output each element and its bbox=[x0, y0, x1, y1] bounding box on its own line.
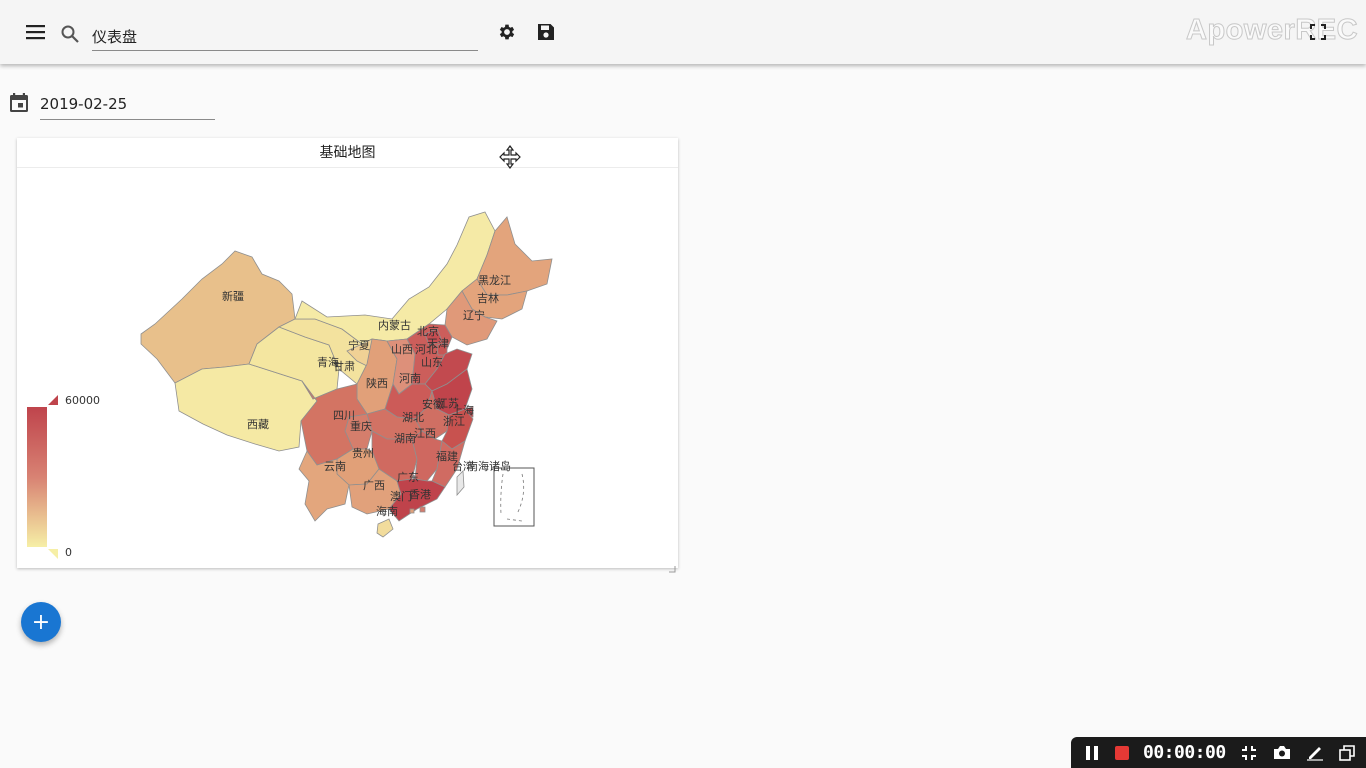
label-gansu: 甘肃 bbox=[333, 360, 355, 373]
menu-icon[interactable] bbox=[22, 18, 50, 46]
label-shandong: 山东 bbox=[421, 356, 443, 369]
label-heilongjiang: 黑龙江 bbox=[478, 274, 511, 287]
label-zhejiang: 浙江 bbox=[443, 415, 465, 428]
south-china-sea-inset bbox=[493, 467, 535, 527]
label-ningxia: 宁夏 bbox=[348, 338, 370, 352]
label-aomen: 澳门 bbox=[390, 489, 412, 503]
label-xianggang: 香港 bbox=[409, 488, 431, 501]
label-neimenggu: 内蒙古 bbox=[378, 318, 411, 332]
search-input[interactable] bbox=[92, 20, 478, 51]
move-handle-icon[interactable] bbox=[498, 145, 522, 169]
date-input[interactable] bbox=[40, 88, 215, 120]
label-chongqing: 重庆 bbox=[350, 419, 372, 433]
label-jiangxi: 江西 bbox=[414, 427, 436, 440]
label-hunan: 湖南 bbox=[394, 432, 416, 445]
label-guizhou: 贵州 bbox=[352, 447, 374, 460]
map-region-xianggang[interactable] bbox=[419, 506, 426, 513]
watermark-logo: ApowerREC bbox=[1185, 14, 1359, 47]
gear-icon[interactable] bbox=[495, 20, 519, 44]
label-hainan: 海南 bbox=[376, 504, 398, 518]
label-shaanxi: 陕西 bbox=[366, 376, 388, 390]
camera-icon[interactable] bbox=[1271, 737, 1293, 768]
visual-map-bar bbox=[27, 407, 47, 547]
label-liaoning: 辽宁 bbox=[463, 308, 485, 322]
label-hubei: 湖北 bbox=[402, 411, 424, 424]
label-guangdong: 广东 bbox=[397, 471, 419, 484]
map-region-hainan[interactable] bbox=[376, 518, 394, 538]
map-widget-card: 基础地图 新疆 西藏 青海 甘肃 宁夏 内蒙古 黑龙江 吉林 辽宁 北京 天津 … bbox=[17, 138, 678, 573]
label-xizang: 西藏 bbox=[247, 418, 269, 431]
label-beijing: 北京 bbox=[417, 324, 439, 338]
top-toolbar: ApowerREC bbox=[0, 0, 1366, 64]
label-nanhai: 南海诸岛 bbox=[467, 459, 511, 473]
card-title: 基础地图 bbox=[17, 138, 678, 168]
add-widget-button[interactable]: + bbox=[21, 602, 61, 642]
visual-map-legend[interactable]: 60000 0 bbox=[27, 394, 100, 559]
window-icon[interactable] bbox=[1336, 737, 1358, 768]
pause-icon[interactable] bbox=[1081, 737, 1103, 768]
map-region-aomen[interactable] bbox=[409, 508, 415, 514]
map-region-taiwan[interactable] bbox=[456, 470, 465, 497]
label-yunnan: 云南 bbox=[324, 460, 346, 473]
resize-handle-icon[interactable] bbox=[668, 558, 676, 573]
label-henan: 河南 bbox=[399, 372, 421, 385]
label-shanxi: 山西 bbox=[391, 343, 413, 356]
recording-timer: 00:00:00 bbox=[1143, 742, 1226, 763]
fullscreen-icon[interactable] bbox=[1306, 20, 1330, 44]
visual-map-min-handle bbox=[48, 549, 58, 559]
label-jilin: 吉林 bbox=[477, 291, 499, 305]
search-icon bbox=[58, 22, 82, 46]
visual-map-max-handle bbox=[48, 395, 58, 405]
label-hebei: 河北 bbox=[415, 343, 437, 356]
china-map: 新疆 西藏 青海 甘肃 宁夏 内蒙古 黑龙江 吉林 辽宁 北京 天津 河北 山西… bbox=[27, 211, 553, 559]
visual-map-max-label: 60000 bbox=[65, 394, 100, 407]
shrink-icon[interactable] bbox=[1238, 737, 1260, 768]
save-icon[interactable] bbox=[534, 20, 558, 44]
label-guangxi: 广西 bbox=[363, 479, 385, 492]
calendar-icon[interactable] bbox=[8, 92, 30, 114]
visual-map-min-label: 0 bbox=[65, 546, 72, 559]
screen-recorder-bar: 00:00:00 bbox=[1071, 737, 1366, 768]
pen-icon[interactable] bbox=[1304, 737, 1326, 768]
stop-icon[interactable] bbox=[1111, 737, 1133, 768]
label-xinjiang: 新疆 bbox=[222, 289, 244, 303]
